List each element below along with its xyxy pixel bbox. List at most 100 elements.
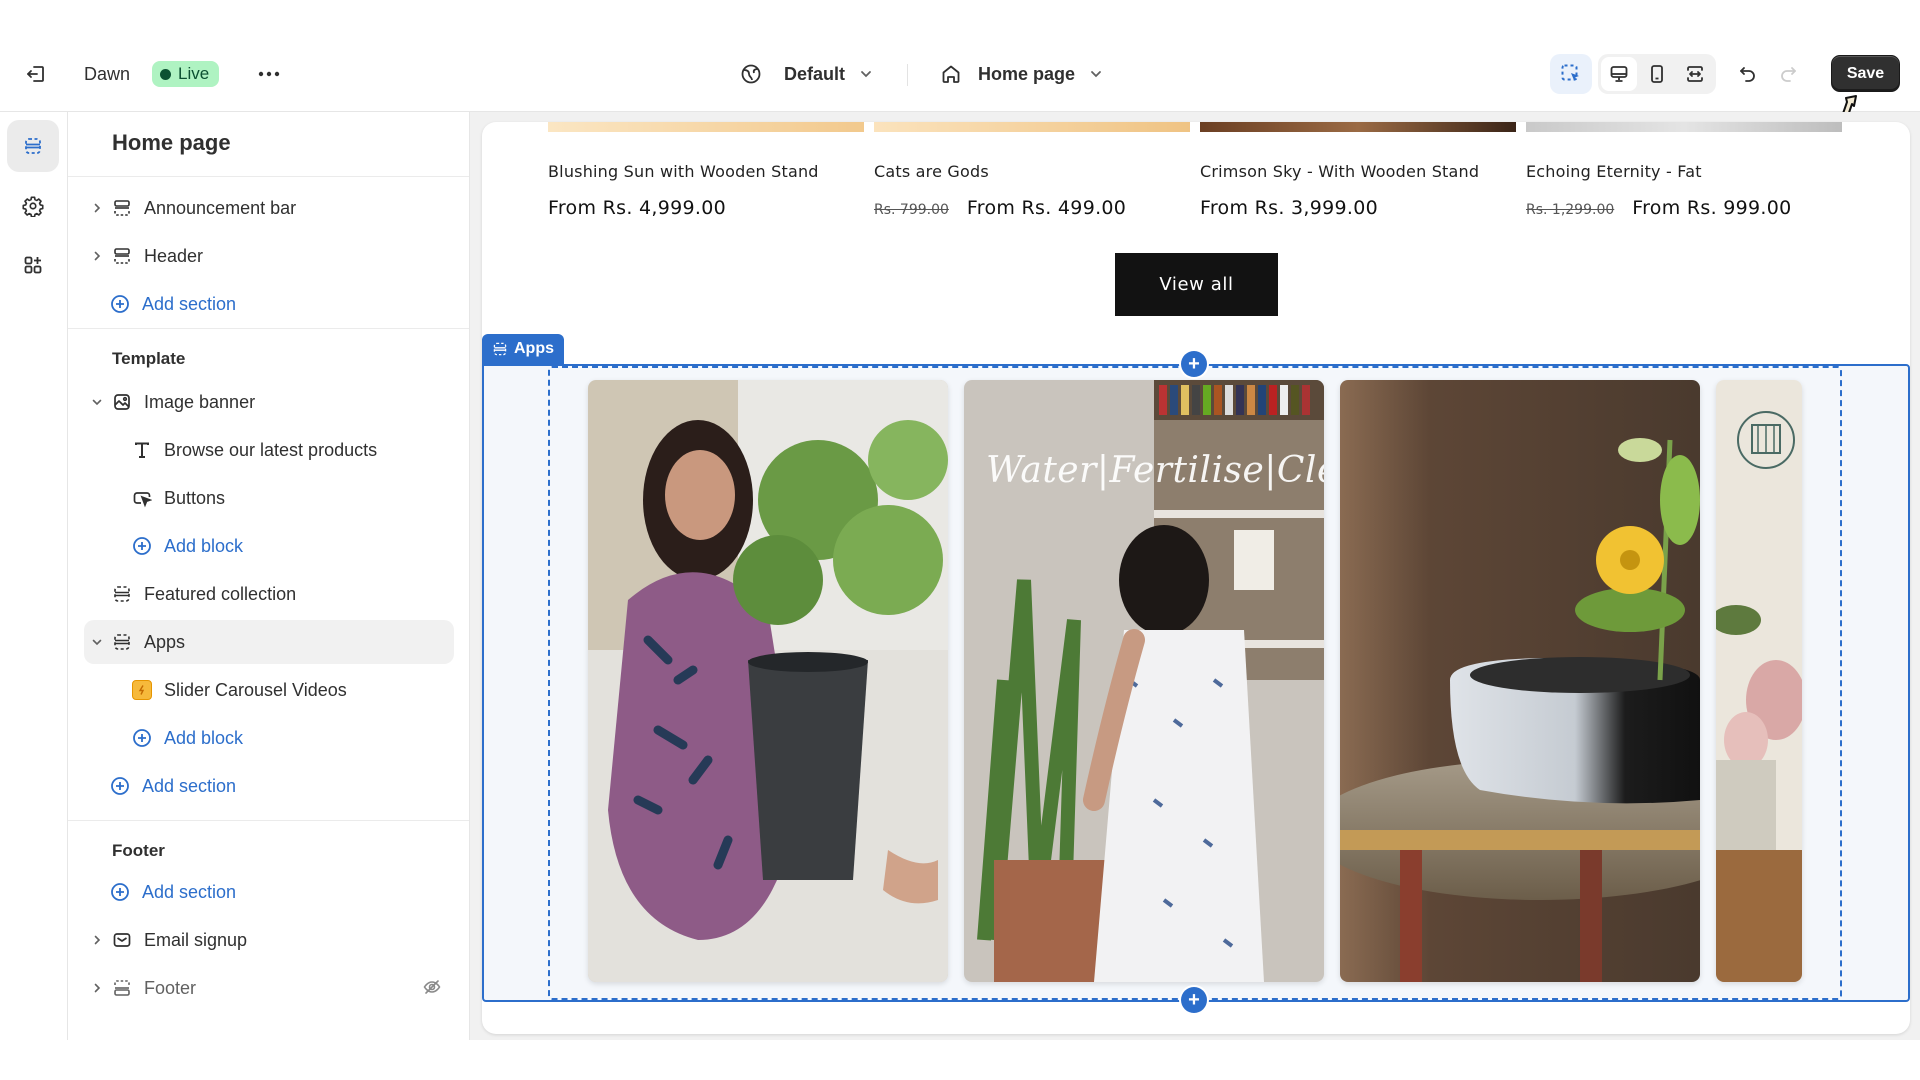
desktop-view-button[interactable] <box>1601 57 1637 91</box>
section-label: Announcement bar <box>144 197 297 218</box>
video-card[interactable]: Water|Fertilise|Clean <box>964 380 1324 982</box>
undo-icon <box>1740 67 1755 82</box>
product-price: From Rs. 499.00 <box>966 197 1127 219</box>
chevron-down-icon <box>1089 67 1103 81</box>
sections-sidebar: Home page Announcement bar Header Add se… <box>68 112 470 1040</box>
product-card[interactable]: Cats are Gods Rs. 799.00 From Rs. 499.00 <box>874 162 1194 219</box>
section-apps[interactable]: Apps <box>84 620 454 664</box>
product-name[interactable]: Crimson Sky - With Wooden Stand <box>1200 162 1520 181</box>
product-image[interactable] <box>548 122 864 132</box>
section-announcement-bar[interactable]: Announcement bar <box>84 186 454 230</box>
section-label: Image banner <box>144 391 256 412</box>
locale-label: Default <box>784 63 846 84</box>
section-label: Email signup <box>144 929 248 950</box>
save-button[interactable]: Save <box>1831 55 1900 92</box>
add-section-footer-button[interactable]: Add section <box>84 870 454 914</box>
add-section-header-button[interactable]: Add section <box>84 282 454 326</box>
plus-circle-icon <box>108 774 132 798</box>
sidebar-divider <box>68 820 469 821</box>
product-image[interactable] <box>1526 122 1842 132</box>
product-compare-price: Rs. 799.00 <box>874 202 949 218</box>
apps-add-icon <box>24 256 42 274</box>
product-card[interactable]: Crimson Sky - With Wooden Stand From Rs.… <box>1200 162 1520 219</box>
rail-sections-button[interactable] <box>7 120 59 172</box>
page-selector[interactable]: Home page <box>940 58 1103 90</box>
video-thumbnail-bowl-planter <box>1340 380 1700 982</box>
product-name[interactable]: Echoing Eternity - Fat <box>1526 162 1846 181</box>
home-icon <box>940 63 962 85</box>
ellipsis-icon <box>258 71 280 77</box>
chevron-right-icon[interactable] <box>86 982 108 994</box>
section-footer[interactable]: Footer <box>84 966 454 1010</box>
rail-app-embeds-button[interactable] <box>7 239 59 291</box>
block-slider-carousel-videos[interactable]: Slider Carousel Videos <box>84 668 454 712</box>
footer-icon <box>110 976 134 1000</box>
chevron-right-icon[interactable] <box>86 250 108 262</box>
plus-circle-icon <box>130 534 154 558</box>
inspector-select-button[interactable] <box>1550 54 1592 94</box>
add-section-label: Add section <box>142 881 237 902</box>
apps-section-outline[interactable]: Water|Fertilise|Clean <box>482 351 1910 1013</box>
chevron-down-icon[interactable] <box>86 636 108 648</box>
globe-icon <box>740 63 762 85</box>
video-card[interactable] <box>1716 380 1802 982</box>
section-icon <box>110 244 134 268</box>
add-block-apps-button[interactable]: Add block <box>84 716 454 760</box>
chevron-right-icon[interactable] <box>86 934 108 946</box>
rail-settings-button[interactable] <box>7 180 59 232</box>
page-label: Home page <box>978 63 1076 84</box>
more-actions-button[interactable] <box>254 60 284 88</box>
block-label: Browse our latest products <box>164 439 378 460</box>
section-header[interactable]: Header <box>84 234 454 278</box>
text-icon <box>130 438 154 462</box>
redo-button <box>1772 58 1804 90</box>
undo-button[interactable] <box>1732 58 1764 90</box>
preview-canvas: Blushing Sun with Wooden Stand From Rs. … <box>470 112 1920 1040</box>
exit-button[interactable] <box>22 60 50 88</box>
fullwidth-view-button[interactable] <box>1677 57 1713 91</box>
desktop-icon <box>1610 66 1628 82</box>
product-compare-price: Rs. 1,299.00 <box>1526 202 1615 218</box>
view-all-button[interactable]: View all <box>1115 253 1278 316</box>
footer-group-heading: Footer <box>112 841 165 860</box>
video-thumbnail-pink-plant <box>1716 380 1802 982</box>
add-section-label: Add section <box>142 293 237 314</box>
product-name[interactable]: Cats are Gods <box>874 162 1194 181</box>
section-label: Featured collection <box>144 583 297 604</box>
locale-selector[interactable]: Default <box>740 58 873 90</box>
expand-horizontal-icon <box>1687 66 1703 82</box>
block-buttons[interactable]: Buttons <box>84 476 454 520</box>
video-card[interactable] <box>1340 380 1700 982</box>
apps-section-tag[interactable]: Apps <box>482 334 564 364</box>
add-block-label: Add block <box>164 727 244 748</box>
add-block-image-banner-button[interactable]: Add block <box>84 524 454 568</box>
section-image-banner[interactable]: Image banner <box>84 380 454 424</box>
email-icon <box>110 928 134 952</box>
product-image[interactable] <box>1200 122 1516 132</box>
topbar-divider <box>907 64 908 86</box>
section-email-signup[interactable]: Email signup <box>84 918 454 962</box>
mobile-view-button[interactable] <box>1639 57 1675 91</box>
viewport-toggle-group <box>1598 54 1716 94</box>
slider-carousel-block[interactable]: Water|Fertilise|Clean <box>548 366 1842 1000</box>
add-section-template-button[interactable]: Add section <box>84 764 454 808</box>
chevron-down-icon <box>859 67 873 81</box>
product-image[interactable] <box>874 122 1190 132</box>
chevron-right-icon[interactable] <box>86 202 108 214</box>
plus-icon: + <box>1188 988 1200 1011</box>
product-card[interactable]: Blushing Sun with Wooden Stand From Rs. … <box>548 162 868 219</box>
hidden-eye-icon[interactable] <box>422 977 442 997</box>
gear-icon <box>22 196 44 217</box>
apps-tag-label: Apps <box>514 340 554 357</box>
add-section-above-button[interactable]: + <box>1181 351 1207 377</box>
add-section-below-button[interactable]: + <box>1181 987 1207 1013</box>
image-icon <box>110 390 134 414</box>
mobile-icon <box>1651 65 1663 83</box>
block-heading-text[interactable]: Browse our latest products <box>84 428 454 472</box>
product-name[interactable]: Blushing Sun with Wooden Stand <box>548 162 868 181</box>
video-card[interactable] <box>588 380 948 982</box>
product-card[interactable]: Echoing Eternity - Fat Rs. 1,299.00 From… <box>1526 162 1846 219</box>
chevron-down-icon[interactable] <box>86 396 108 408</box>
section-featured-collection[interactable]: Featured collection <box>84 572 454 616</box>
product-price: From Rs. 4,999.00 <box>548 197 727 219</box>
